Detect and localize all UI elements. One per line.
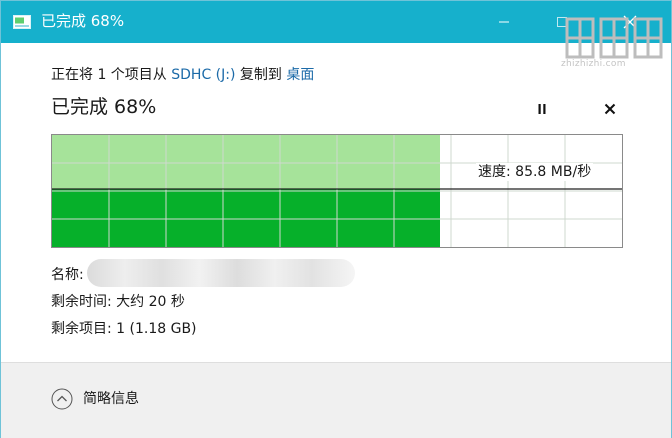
items-remaining: 剩余项目: 1 (1.18 GB) [51, 321, 197, 337]
dialog-footer: 简略信息 [1, 362, 671, 438]
copy-middle: 复制到 [235, 67, 287, 83]
fewer-details-toggle[interactable]: 简略信息 [51, 387, 139, 411]
blurred-file-name [87, 259, 355, 287]
cancel-icon [604, 103, 616, 115]
copy-prefix: 正在将 1 个项目从 [51, 67, 172, 83]
time-remaining: 剩余时间: 大约 20 秒 [51, 294, 185, 310]
name-label: 名称: [51, 267, 84, 283]
source-link[interactable]: SDHC (J:) [171, 67, 235, 83]
pause-button[interactable] [529, 97, 555, 121]
copy-description: 正在将 1 个项目从 SDHC (J:) 复制到 桌面 [51, 65, 314, 85]
copy-progress-dialog: 已完成 68% 正在将 1 个项目从 SDHC (J:) 复制到 桌面 已完成 … [0, 0, 672, 438]
window-title: 已完成 68% [41, 12, 125, 30]
speed-label: 速度: 85.8 MB/秒 [476, 163, 594, 181]
speed-history-area [52, 135, 440, 189]
cancel-button[interactable] [597, 97, 623, 121]
minimize-icon [499, 21, 509, 23]
watermark-text: zhizhizhi.com [561, 59, 626, 69]
destination-link[interactable]: 桌面 [286, 67, 314, 83]
progress-title: 已完成 68% [51, 96, 157, 118]
speed-graph-canvas [52, 135, 622, 247]
minimize-button[interactable] [481, 1, 527, 43]
progress-fill [52, 189, 440, 247]
pause-icon [538, 104, 546, 114]
copy-dialog-icon [13, 14, 31, 29]
fewer-details-label: 简略信息 [83, 391, 139, 407]
transfer-speed-graph: 速度: 85.8 MB/秒 [51, 134, 623, 248]
site-logo-watermark [565, 17, 663, 59]
chevron-up-circle-icon [51, 388, 73, 410]
